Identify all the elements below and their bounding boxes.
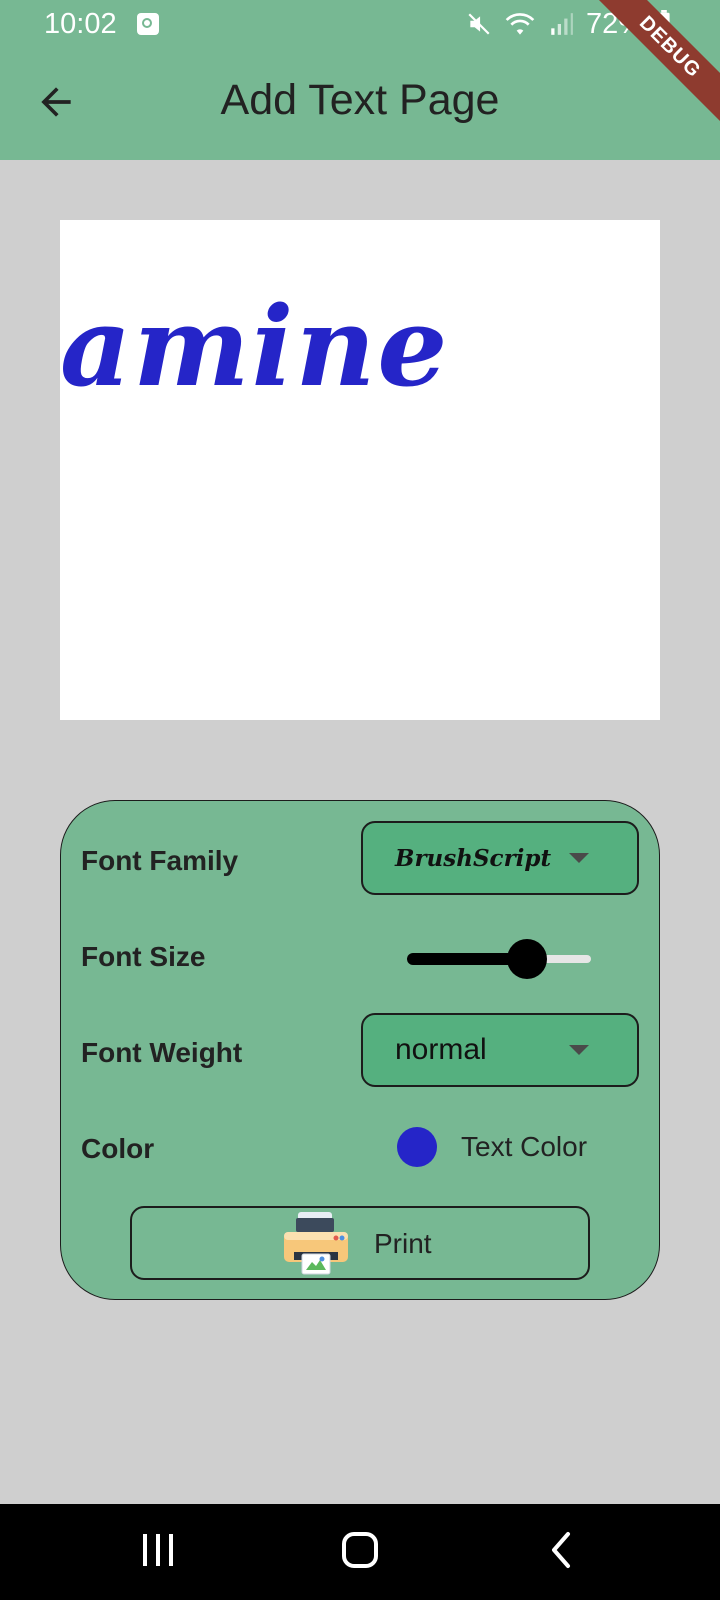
text-settings-panel: Font Family BrushScript Font Size Font W… bbox=[60, 800, 660, 1300]
chevron-down-icon bbox=[569, 1045, 589, 1055]
print-button[interactable]: Print bbox=[130, 1206, 590, 1280]
chevron-down-icon bbox=[569, 853, 589, 863]
mute-icon bbox=[468, 13, 490, 35]
color-swatch[interactable] bbox=[397, 1127, 437, 1167]
status-time: 10:02 bbox=[44, 8, 117, 40]
signal-icon bbox=[551, 13, 573, 35]
font-size-label: Font Size bbox=[81, 941, 206, 972]
font-size-slider[interactable] bbox=[407, 939, 591, 979]
system-nav-bar bbox=[0, 1504, 720, 1600]
app-bar: 10:02 72% DEBUG Add Text Page bbox=[0, 0, 720, 160]
alarm-icon bbox=[137, 13, 159, 35]
home-icon[interactable] bbox=[340, 1530, 380, 1570]
font-weight-label: Font Weight bbox=[81, 1037, 243, 1068]
wifi-icon bbox=[505, 13, 535, 35]
nav-back-icon[interactable] bbox=[548, 1530, 576, 1570]
recents-icon[interactable] bbox=[140, 1530, 176, 1570]
font-weight-dropdown[interactable]: normal bbox=[361, 1013, 639, 1087]
font-weight-value: normal bbox=[395, 1033, 487, 1066]
printer-icon bbox=[284, 1212, 348, 1275]
preview-text[interactable]: amine bbox=[60, 282, 449, 411]
print-label: Print bbox=[374, 1228, 432, 1259]
color-label: Color bbox=[81, 1133, 155, 1164]
font-family-label: Font Family bbox=[81, 845, 239, 876]
text-color-button[interactable]: Text Color bbox=[461, 1131, 587, 1163]
text-preview-canvas[interactable]: amine bbox=[60, 220, 660, 720]
font-family-value: BrushScript bbox=[395, 845, 552, 872]
font-family-dropdown[interactable]: BrushScript bbox=[361, 821, 639, 895]
slider-thumb[interactable] bbox=[506, 939, 547, 979]
page-title: Add Text Page bbox=[220, 76, 500, 124]
